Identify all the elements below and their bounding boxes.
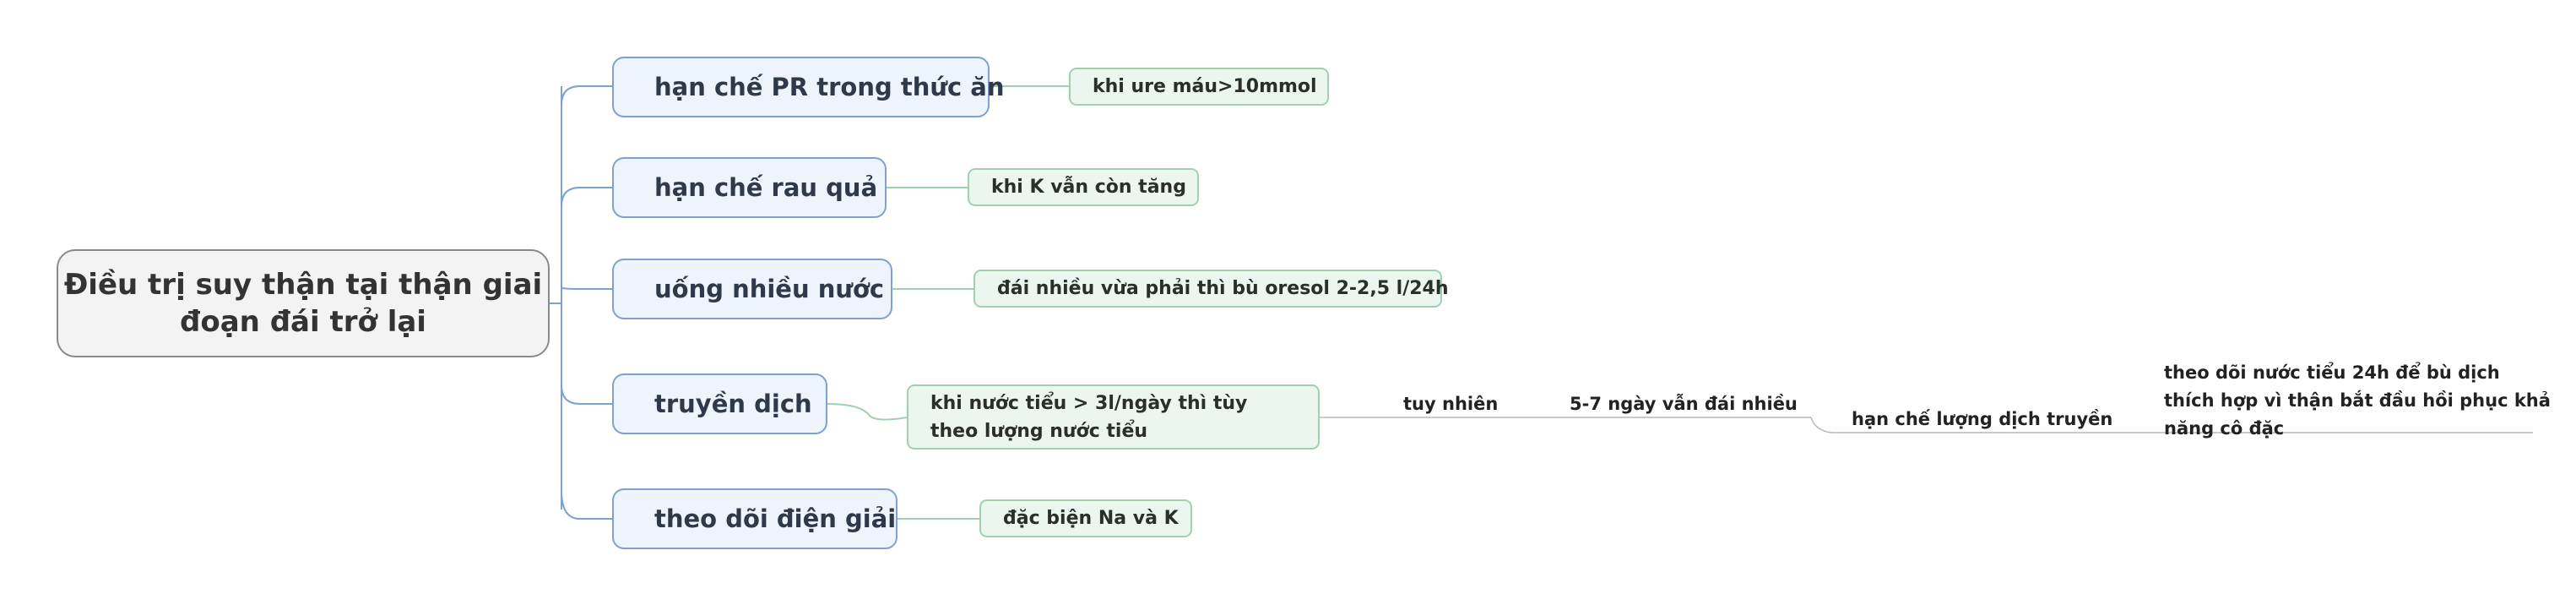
detail-label: đặc biện Na và K <box>1003 508 1179 529</box>
connector-topic-1 <box>561 85 612 106</box>
detail-nuoc-tieu-3l[interactable]: khi nước tiểu > 3l/ngày thì tùy theo lượ… <box>907 384 1320 450</box>
detail-k-con-tang[interactable]: khi K vẫn còn tăng <box>968 168 1199 206</box>
topic-truyen-dich[interactable]: truyền dịch <box>612 373 827 434</box>
topic-uong-nhieu-nuoc[interactable]: uống nhiều nước <box>612 259 892 319</box>
topic-label: hạn chế rau quả <box>654 173 878 202</box>
topic-label: truyền dịch <box>654 390 812 418</box>
chain-han-che-luong-dich[interactable]: hạn chế lượng dịch truyền <box>1852 409 2112 429</box>
detail-label: khi nước tiểu > 3l/ngày thì tùy theo lượ… <box>930 392 1248 442</box>
detail-label: khi ure máu>10mmol <box>1093 76 1317 97</box>
topic-label: hạn chế PR trong thức ăn <box>654 73 1005 101</box>
detail-label: đái nhiều vừa phải thì bù oresol 2-2,5 l… <box>997 278 1449 299</box>
root-topic-label: Điều trị suy thận tại thận giai đoạn đái… <box>63 268 543 339</box>
chain-5-7-ngay[interactable]: 5-7 ngày vẫn đái nhiều <box>1570 394 1798 414</box>
connector-topic-3 <box>561 286 612 290</box>
detail-oresol[interactable]: đái nhiều vừa phải thì bù oresol 2-2,5 l… <box>973 270 1449 308</box>
chain-tuy-nhien[interactable]: tuy nhiên <box>1403 394 1498 414</box>
connector-topic-2 <box>561 187 612 207</box>
root-topic[interactable]: Điều trị suy thận tại thận giai đoạn đái… <box>57 249 550 357</box>
connector-detail-4 <box>827 403 908 421</box>
topic-han-che-pr[interactable]: hạn chế PR trong thức ăn <box>612 57 1004 117</box>
detail-ure-mau[interactable]: khi ure máu>10mmol <box>1069 68 1329 106</box>
detail-na-va-k[interactable]: đặc biện Na và K <box>979 499 1192 537</box>
topic-label: theo dõi điện giải <box>654 504 897 533</box>
topic-label: uống nhiều nước <box>654 275 885 303</box>
connector-topic-5 <box>561 490 612 520</box>
chain-theo-doi-nuoc-tieu[interactable]: theo dõi nước tiểu 24h để bù dịch thích … <box>2164 359 2552 443</box>
connector-topic-4 <box>561 384 612 405</box>
detail-label: khi K vẫn còn tăng <box>991 177 1186 198</box>
topic-han-che-rau-qua[interactable]: hạn chế rau quả <box>612 157 887 218</box>
topic-theo-doi-dien-giai[interactable]: theo dõi điện giải <box>612 488 898 549</box>
